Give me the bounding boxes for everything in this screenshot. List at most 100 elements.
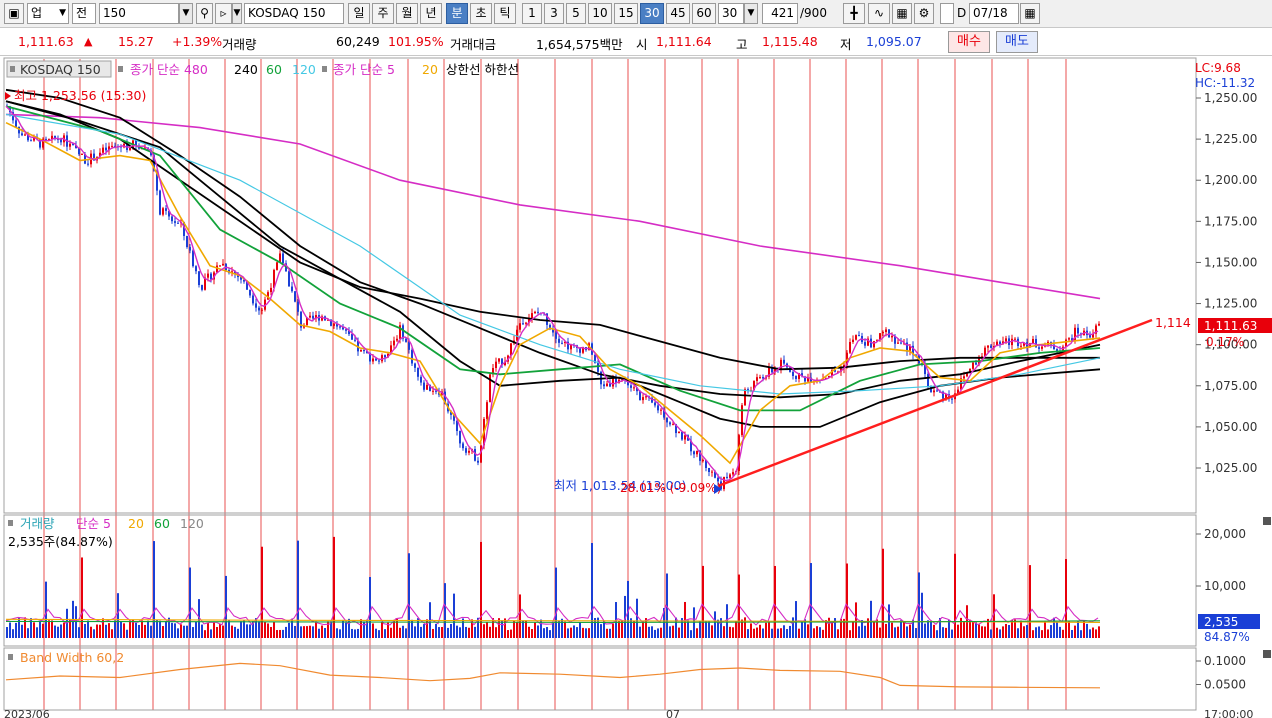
minute-30-button[interactable]: 30 xyxy=(640,3,664,24)
period-second-button[interactable]: 초 xyxy=(470,3,492,24)
volume-bar xyxy=(942,627,944,638)
code-dropdown-icon[interactable]: ▼ xyxy=(179,3,193,24)
candle-body xyxy=(87,163,89,165)
minute-60-button[interactable]: 60 xyxy=(692,3,716,24)
volume-bar xyxy=(303,626,305,638)
candle-body xyxy=(684,435,686,440)
volume-bar xyxy=(882,548,884,638)
candle-body xyxy=(1014,338,1016,340)
volume-bar xyxy=(516,622,518,638)
candle-body xyxy=(276,262,278,270)
count-max: /900 xyxy=(800,6,827,20)
volume-bar xyxy=(1074,625,1076,638)
trend-value-label: 1,114 xyxy=(1155,315,1191,330)
market-select[interactable]: 업 ▼ xyxy=(27,3,69,24)
date-input[interactable]: 07/18 xyxy=(969,3,1019,24)
period-year-button[interactable]: 년 xyxy=(420,3,442,24)
legend-60: 60 xyxy=(266,62,282,77)
candle-body xyxy=(69,143,71,147)
volume-bar xyxy=(405,628,407,638)
search-icon[interactable]: ⚲ xyxy=(196,3,213,24)
volume-bar xyxy=(447,627,449,638)
bandwidth-tick-label: 0.0500 xyxy=(1204,678,1246,692)
volume-bar xyxy=(699,621,701,638)
price-tick-label: 1,250.00 xyxy=(1204,91,1257,105)
toolbar: ▣ 업 ▼ 전 150 ▼ ⚲ ▹ ▼ KOSDAQ 150 일 주 월 년 분 … xyxy=(0,0,1272,28)
high-value: 1,115.48 xyxy=(762,34,818,49)
volume-bar xyxy=(618,620,620,638)
volume-bar xyxy=(777,628,779,638)
volume-bar xyxy=(1044,620,1046,638)
speaker-icon[interactable]: ▹ xyxy=(215,3,232,24)
volume-bar xyxy=(1089,629,1091,638)
volume-bar xyxy=(981,626,983,638)
candle-body xyxy=(249,289,251,296)
minute-1-button[interactable]: 1 xyxy=(522,3,542,24)
volume-bar xyxy=(960,617,962,638)
bandwidth-panel-close-icon[interactable] xyxy=(1263,650,1271,658)
candle-body xyxy=(762,377,764,379)
volume-bar xyxy=(579,622,581,638)
period-minute-button[interactable]: 분 xyxy=(446,3,468,24)
period-month-button[interactable]: 월 xyxy=(396,3,418,24)
candle-body xyxy=(975,362,977,365)
volume-bar xyxy=(144,624,146,638)
volume-panel-close-icon[interactable] xyxy=(1263,517,1271,525)
period-type-select[interactable]: 전 xyxy=(72,3,96,24)
candle-body xyxy=(417,367,419,377)
period-week-button[interactable]: 주 xyxy=(372,3,394,24)
save-icon[interactable]: ▦ xyxy=(892,3,912,24)
period-tick-button[interactable]: 틱 xyxy=(494,3,516,24)
volume-bar xyxy=(696,628,698,638)
code-input[interactable]: 150 xyxy=(99,3,179,24)
candle-body xyxy=(354,339,356,341)
sound-dropdown-icon[interactable]: ▼ xyxy=(232,3,242,24)
volume-bar xyxy=(375,628,377,638)
buy-button[interactable]: 매수 xyxy=(948,31,990,53)
amount-label: 거래대금 xyxy=(450,37,497,52)
candle-body xyxy=(660,409,662,411)
chart-layout-icon[interactable]: ▣ xyxy=(4,3,24,24)
volume-bar xyxy=(267,623,269,638)
volume-bar xyxy=(435,623,437,638)
volume-bar xyxy=(27,628,29,638)
volume-bar xyxy=(864,625,866,638)
minute-3-button[interactable]: 3 xyxy=(544,3,564,24)
minute-5-button[interactable]: 5 xyxy=(566,3,586,24)
d-checkbox[interactable] xyxy=(940,3,954,24)
volume-bar xyxy=(363,621,365,638)
line-tool-icon[interactable]: ∿ xyxy=(868,3,890,24)
volume-bar xyxy=(1047,629,1049,638)
candle-type-icon[interactable]: ╋ xyxy=(843,3,865,24)
calendar-icon[interactable]: ▦ xyxy=(1020,3,1040,24)
candle-body xyxy=(936,390,938,392)
period-day-button[interactable]: 일 xyxy=(348,3,370,24)
volume-bar xyxy=(378,630,380,638)
volume-bar xyxy=(129,620,131,638)
volume-bar xyxy=(195,621,197,638)
volume-bar xyxy=(441,626,443,638)
volume-bar xyxy=(153,541,155,638)
chart-area[interactable]: 1,250.00 1,225.00 1,200.00 1,175.00 1,150.00… xyxy=(0,56,1272,718)
candle-body xyxy=(165,208,167,211)
change-percent: +1.39% xyxy=(172,34,223,49)
minute-dropdown-icon[interactable]: ▼ xyxy=(744,3,758,24)
volume-bar xyxy=(138,624,140,638)
minute-45-button[interactable]: 45 xyxy=(666,3,690,24)
minute-15-button[interactable]: 15 xyxy=(614,3,638,24)
minute-10-button[interactable]: 10 xyxy=(588,3,612,24)
volume-bar xyxy=(1005,623,1007,638)
candle-body xyxy=(1065,339,1067,347)
volume-bar xyxy=(765,622,767,638)
count-input[interactable]: 421 xyxy=(762,3,798,24)
candle-body xyxy=(570,345,572,350)
candle-body xyxy=(882,332,884,334)
volume-bar xyxy=(654,629,656,638)
volume-bar xyxy=(294,625,296,638)
minute-value-input[interactable]: 30 xyxy=(718,3,744,24)
candle-body xyxy=(897,342,899,344)
gear-icon[interactable]: ⚙ xyxy=(914,3,934,24)
candle-body xyxy=(477,460,479,463)
candle-body xyxy=(396,338,398,341)
sell-button[interactable]: 매도 xyxy=(996,31,1038,53)
